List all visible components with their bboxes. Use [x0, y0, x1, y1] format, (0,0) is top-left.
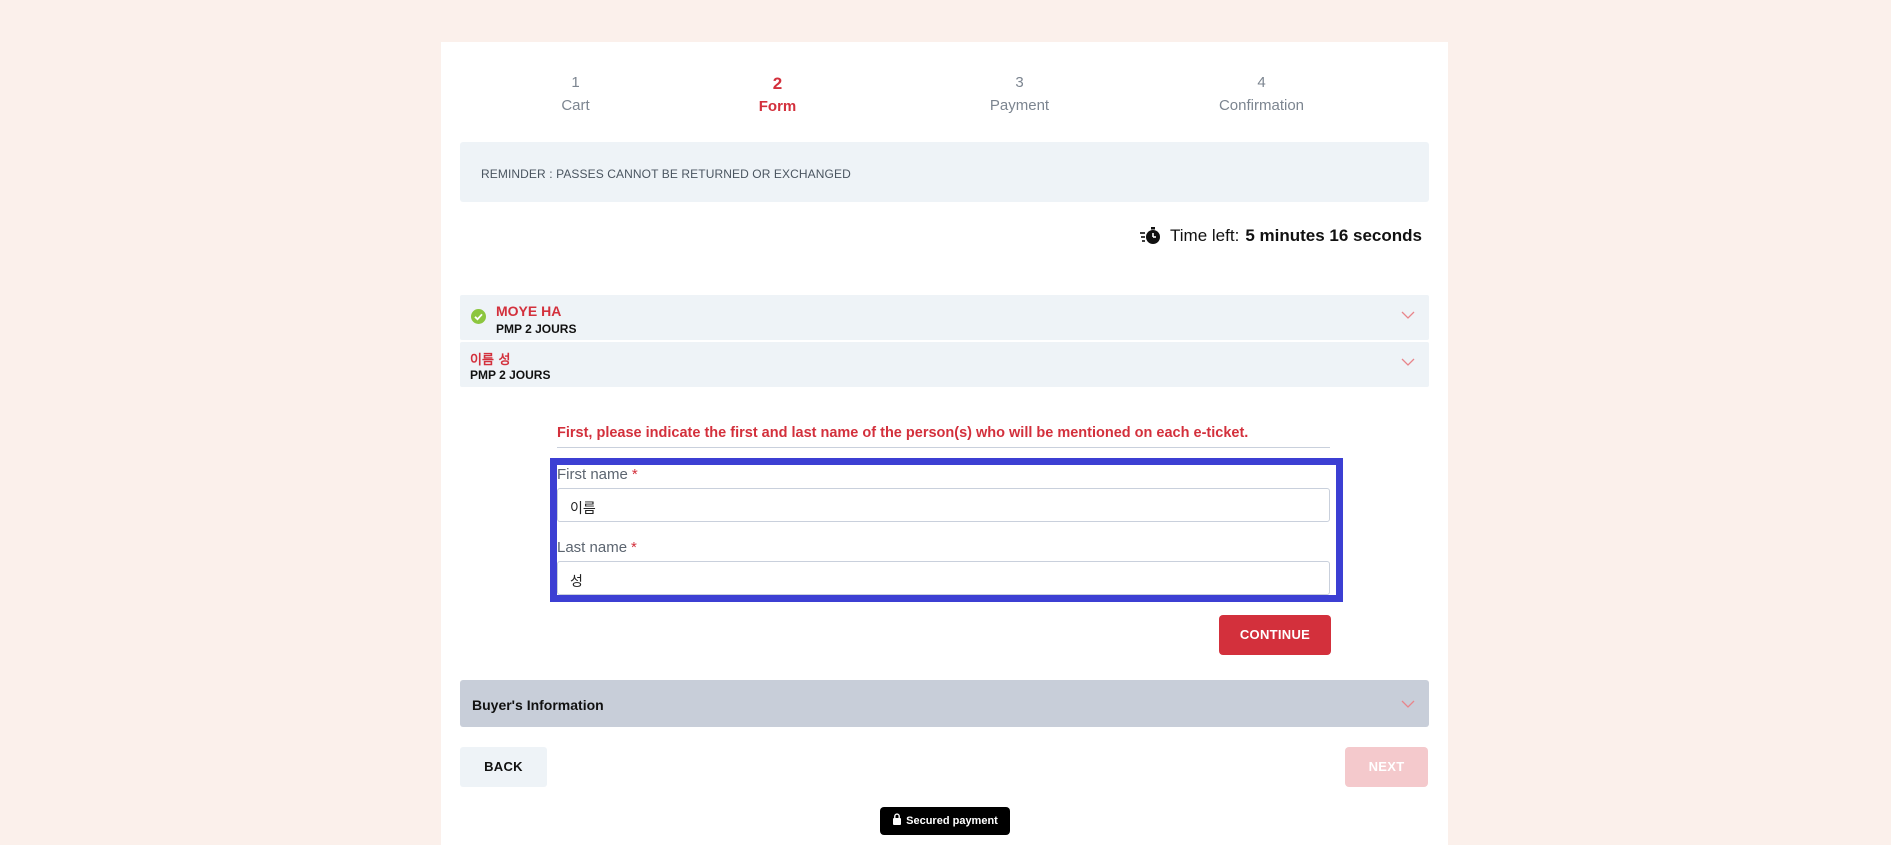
participant-pass: PMP 2 JOURS — [470, 368, 551, 382]
last-name-value: 성 — [570, 574, 583, 590]
time-left-value: 5 minutes 16 seconds — [1245, 226, 1422, 245]
checkout-card: 1 Cart 2 Form 3 Payment 4 Confirmation R… — [441, 42, 1448, 845]
time-left-label: Time left: — [1170, 226, 1240, 245]
step-payment[interactable]: 3 Payment — [904, 74, 1135, 114]
step-number: 1 — [571, 74, 580, 91]
required-mark: * — [631, 466, 638, 483]
step-confirmation[interactable]: 4 Confirmation — [1146, 74, 1377, 114]
lock-icon — [893, 813, 902, 825]
stopwatch-icon — [1140, 227, 1161, 244]
secured-payment-badge: Secured payment — [880, 807, 1010, 835]
step-cart[interactable]: 1 Cart — [460, 74, 691, 114]
step-form[interactable]: 2 Form — [662, 74, 893, 115]
reminder-banner: REMINDER : PASSES CANNOT BE RETURNED OR … — [460, 142, 1429, 202]
first-name-label: First name * — [557, 466, 638, 483]
buyer-information-accordion[interactable]: Buyer's Information — [460, 680, 1429, 727]
participant-name: 이름 성 — [470, 353, 511, 368]
step-label: Confirmation — [1218, 97, 1305, 114]
step-label: Cart — [561, 97, 590, 114]
last-name-field[interactable]: 성 — [557, 561, 1330, 595]
chevron-down-icon — [1401, 358, 1415, 366]
buyer-information-label: Buyer's Information — [472, 697, 604, 713]
last-name-label-text: Last name — [557, 539, 628, 556]
participant-name: MOYE HA — [496, 303, 562, 319]
step-number: 3 — [1015, 74, 1024, 91]
step-number: 2 — [772, 74, 783, 93]
chevron-down-icon — [1401, 700, 1415, 708]
next-button[interactable]: NEXT — [1345, 747, 1428, 787]
reminder-text: REMINDER : PASSES CANNOT BE RETURNED OR … — [481, 167, 851, 181]
first-name-field[interactable]: 이름 — [557, 488, 1330, 522]
first-name-value: 이름 — [570, 501, 596, 517]
required-mark: * — [631, 539, 637, 556]
form-instruction: First, please indicate the first and las… — [557, 425, 1330, 448]
participant-pass: PMP 2 JOURS — [496, 322, 577, 336]
participant-accordion-2[interactable]: 이름 성 PMP 2 JOURS — [460, 342, 1429, 387]
step-label: Payment — [989, 97, 1050, 114]
step-number: 4 — [1257, 74, 1266, 91]
chevron-down-icon — [1401, 311, 1415, 319]
secured-payment-label: Secured payment — [906, 815, 998, 827]
last-name-label: Last name * — [557, 539, 637, 556]
time-left: Time left: 5 minutes 16 seconds — [1140, 226, 1422, 246]
participant-accordion-1[interactable]: MOYE HA PMP 2 JOURS — [460, 295, 1429, 340]
continue-button[interactable]: CONTINUE — [1219, 615, 1331, 655]
back-button[interactable]: BACK — [460, 747, 547, 787]
check-circle-icon — [471, 309, 486, 324]
first-name-label-text: First name — [557, 466, 628, 483]
step-label: Form — [758, 98, 797, 115]
